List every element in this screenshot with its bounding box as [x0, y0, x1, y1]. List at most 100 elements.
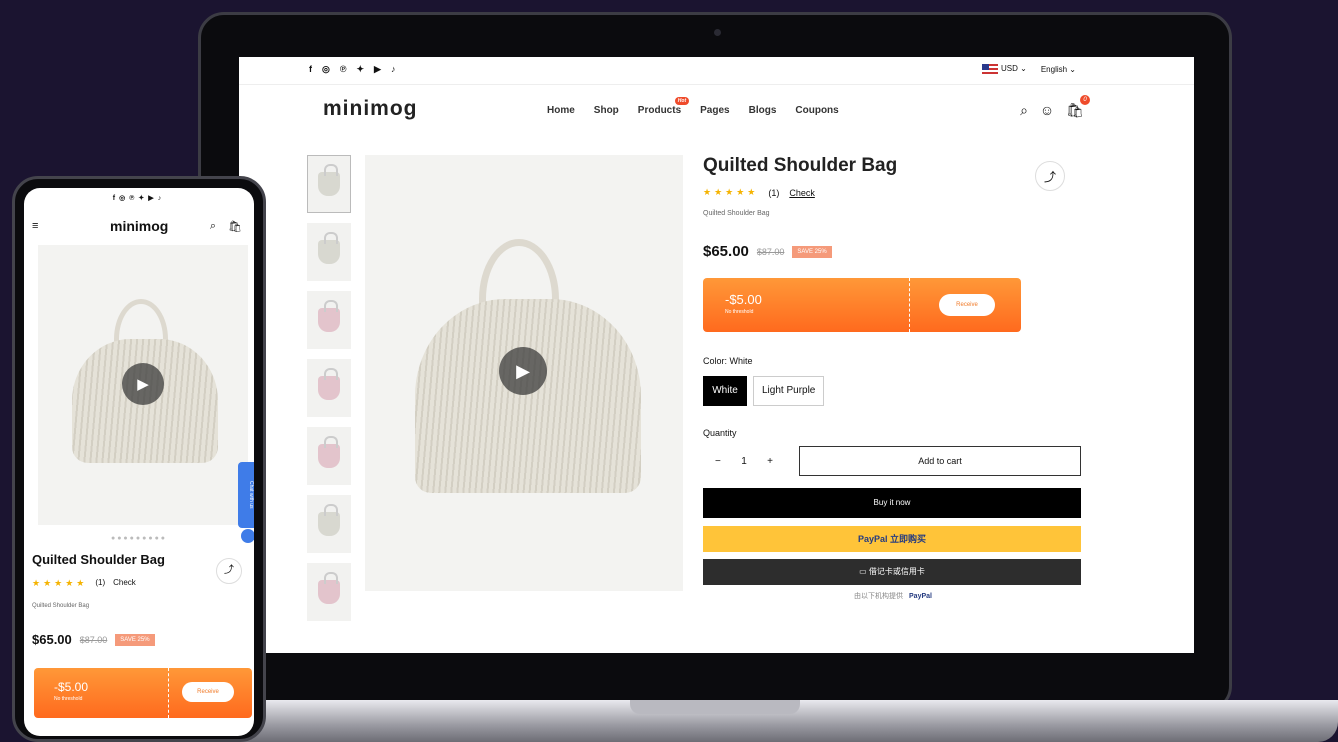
- phone-product-subtitle: Quilted Shoulder Bag: [32, 603, 90, 609]
- coupon-card: -$5.00 No threshold Receive: [703, 278, 1021, 332]
- coupon-note: No threshold: [54, 696, 83, 702]
- rating: ★★★★★ (1) Check: [703, 187, 1083, 198]
- review-check-link[interactable]: Check: [113, 578, 136, 589]
- decrease-quantity-button[interactable]: −: [715, 456, 721, 467]
- thumbnail[interactable]: [307, 427, 351, 485]
- save-badge: SAVE 25%: [115, 633, 155, 646]
- add-to-cart-button[interactable]: Add to cart: [799, 446, 1081, 476]
- product-subtitle: Quilted Shoulder Bag: [703, 210, 770, 217]
- phone-frame: f◎℗✦▶♪ ≡ minimog ⌕ 🛍 ▶ Chat with us ●●●●…: [12, 176, 266, 742]
- quantity-stepper: − 1 +: [703, 446, 785, 476]
- current-price: $65.00: [703, 243, 749, 260]
- twitter-icon[interactable]: ✦: [357, 64, 365, 75]
- quantity-value[interactable]: 1: [741, 456, 747, 467]
- laptop-notch: [630, 700, 800, 714]
- product-main-image[interactable]: ▶: [365, 155, 683, 591]
- image-pagination-dots[interactable]: ●●●●●●●●●: [24, 535, 254, 542]
- bag-thumbnail-image: [318, 368, 340, 400]
- bag-thumbnail-image: [318, 504, 340, 536]
- paypal-button[interactable]: PayPal 立即购买: [703, 526, 1081, 552]
- cart-glyph: 🛍: [1066, 102, 1084, 118]
- nav-blogs[interactable]: Blogs: [749, 105, 777, 116]
- play-video-button[interactable]: ▶: [499, 347, 547, 395]
- main-nav: Home Shop Products Hot Pages Blogs Coupon…: [547, 97, 839, 116]
- site-header: minimog Home Shop Products Hot Pages Blog…: [239, 85, 1194, 133]
- phone-price-row: $65.00 $87.00 SAVE 25%: [32, 632, 155, 647]
- paypal-note-text: 由以下机构提供: [854, 593, 904, 600]
- increase-quantity-button[interactable]: +: [767, 456, 773, 467]
- nav-products-label: Products: [637, 105, 682, 116]
- product-info: Quilted Shoulder Bag ⤴ ★★★★★ (1) Check Q…: [703, 155, 1083, 601]
- pinterest-icon[interactable]: ℗: [340, 64, 347, 75]
- phone-product-image[interactable]: ▶: [38, 245, 248, 525]
- quantity-label: Quantity: [703, 428, 737, 438]
- thumbnail-gallery: [307, 155, 351, 621]
- review-count: (1): [768, 187, 780, 198]
- phone-product-title: Quilted Shoulder Bag: [32, 552, 165, 567]
- card-payment-button[interactable]: ▭ 借记卡或信用卡: [703, 559, 1081, 585]
- tiktok-icon[interactable]: ♪: [391, 64, 396, 75]
- phone-header-icons: ⌕ 🛍: [210, 220, 242, 233]
- nav-pages[interactable]: Pages: [700, 105, 729, 116]
- bag-thumbnail-image: [318, 436, 340, 468]
- nav-shop[interactable]: Shop: [594, 105, 619, 116]
- instagram-icon[interactable]: ◎: [119, 195, 129, 202]
- language-selector[interactable]: English ⌄: [1041, 65, 1076, 74]
- play-video-button[interactable]: ▶: [122, 363, 164, 405]
- color-option-white[interactable]: White: [703, 376, 747, 406]
- twitter-icon[interactable]: ✦: [138, 195, 148, 202]
- play-icon: ▶: [516, 360, 530, 381]
- currency-selector[interactable]: USD ⌄: [982, 64, 1027, 74]
- nav-home[interactable]: Home: [547, 105, 575, 116]
- menu-icon[interactable]: ≡: [32, 220, 38, 232]
- nav-products[interactable]: Products Hot: [637, 97, 690, 116]
- thumbnail[interactable]: [307, 495, 351, 553]
- review-check-link[interactable]: Check: [789, 188, 815, 198]
- thumbnail[interactable]: [307, 563, 351, 621]
- facebook-icon[interactable]: f: [309, 64, 312, 75]
- share-button[interactable]: ⤴: [216, 558, 242, 584]
- paypal-brand: PayPal: [909, 593, 932, 600]
- thumbnail[interactable]: [307, 291, 351, 349]
- receive-coupon-button[interactable]: Receive: [939, 294, 995, 316]
- original-price: $87.00: [756, 246, 785, 257]
- currency-label: USD ⌄: [1001, 64, 1027, 74]
- phone-header: ≡ minimog ⌕ 🛍: [24, 212, 254, 240]
- review-count: (1): [95, 578, 106, 587]
- cart-count: 0: [1080, 95, 1090, 105]
- thumbnail[interactable]: [307, 155, 351, 213]
- search-icon[interactable]: ⌕: [1020, 102, 1028, 119]
- receive-coupon-button[interactable]: Receive: [182, 682, 234, 702]
- tiktok-icon[interactable]: ♪: [158, 195, 166, 202]
- header-icons: ⌕ ☺ 🛍 0: [1020, 95, 1090, 119]
- star-rating: ★★★★★: [703, 187, 759, 197]
- phone-store-logo[interactable]: minimog: [110, 218, 168, 234]
- account-icon[interactable]: ☺: [1040, 102, 1054, 119]
- phone-coupon-card: -$5.00 No threshold Receive: [34, 668, 252, 718]
- store-logo[interactable]: minimog: [323, 97, 418, 121]
- camera-icon: [714, 29, 721, 36]
- cart-row: − 1 + Add to cart: [703, 446, 1083, 476]
- cart-icon[interactable]: 🛍: [228, 220, 242, 233]
- thumbnail[interactable]: [307, 359, 351, 417]
- paypal-note: 由以下机构提供 PayPal: [703, 591, 1083, 601]
- cart-icon[interactable]: 🛍 0: [1066, 95, 1090, 119]
- color-option-light-purple[interactable]: Light Purple: [753, 376, 825, 406]
- play-icon: ▶: [137, 376, 149, 393]
- hot-badge: Hot: [674, 97, 690, 105]
- chat-tab[interactable]: Chat with us: [238, 462, 254, 528]
- youtube-icon[interactable]: ▶: [374, 64, 381, 75]
- youtube-icon[interactable]: ▶: [148, 195, 157, 202]
- buy-now-button[interactable]: Buy it now: [703, 488, 1081, 518]
- search-icon[interactable]: ⌕: [210, 220, 216, 233]
- instagram-icon[interactable]: ◎: [322, 64, 330, 75]
- nav-coupons[interactable]: Coupons: [795, 105, 838, 116]
- laptop-screen: f ◎ ℗ ✦ ▶ ♪ USD ⌄ English ⌄ minimog Home…: [239, 57, 1194, 653]
- coupon-amount: -$5.00: [725, 292, 762, 307]
- price-row: $65.00 $87.00 SAVE 25%: [703, 243, 1083, 260]
- thumbnail[interactable]: [307, 223, 351, 281]
- locale-selectors: USD ⌄ English ⌄: [982, 64, 1076, 74]
- bag-thumbnail-image: [318, 572, 340, 604]
- share-button[interactable]: ⤴: [1035, 161, 1065, 191]
- top-bar: f ◎ ℗ ✦ ▶ ♪ USD ⌄ English ⌄: [239, 57, 1194, 85]
